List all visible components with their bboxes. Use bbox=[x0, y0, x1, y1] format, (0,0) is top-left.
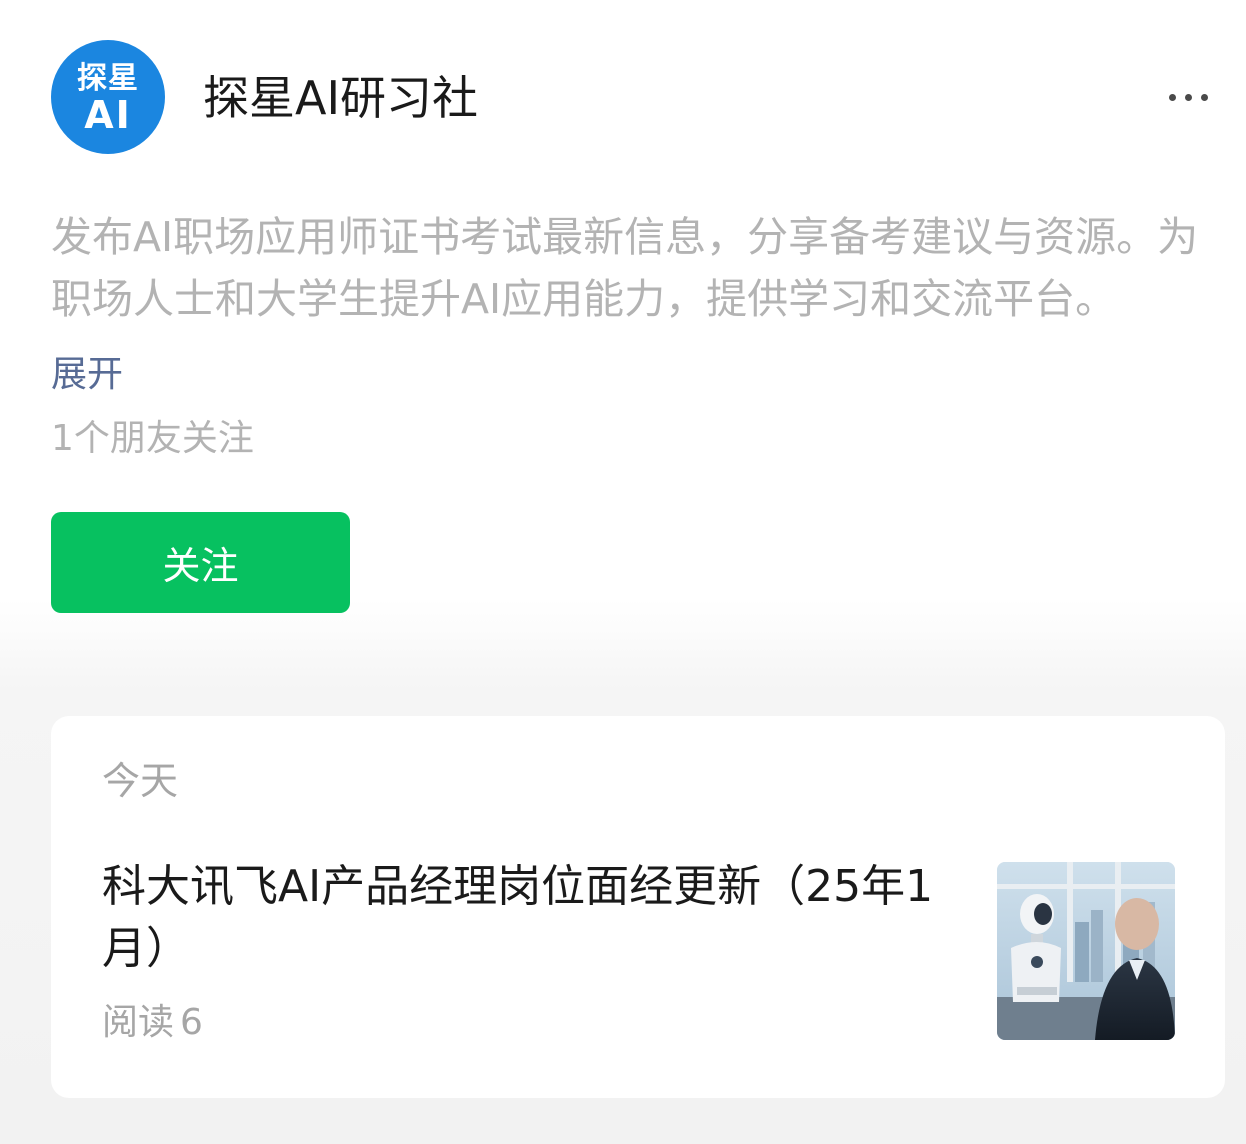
avatar-text-bottom: AI bbox=[84, 93, 132, 137]
article-date-label: 今天 bbox=[102, 759, 179, 803]
avatar-text-top: 探星 bbox=[77, 61, 139, 96]
follow-button[interactable]: 关注 bbox=[51, 512, 350, 613]
article-title[interactable]: 科大讯飞AI产品经理岗位面经更新（25年1月） bbox=[102, 856, 942, 980]
more-dot-icon bbox=[1200, 93, 1208, 101]
account-description: 发布AI职场应用师证书考试最新信息，分享备考建议与资源。为职场人士和大学生提升A… bbox=[51, 213, 1199, 323]
read-count-value: 6 bbox=[180, 1002, 203, 1043]
friends-following-count: 1个朋友关注 bbox=[51, 418, 254, 459]
account-name: 探星AI研习社 bbox=[203, 71, 479, 125]
more-options-button[interactable] bbox=[1158, 82, 1218, 112]
article-read-count: 阅读 6 bbox=[102, 998, 203, 1048]
expand-description-link[interactable]: 展开 bbox=[51, 350, 123, 400]
account-avatar[interactable]: 探星 AI bbox=[51, 40, 165, 154]
article-list-card: 今天 科大讯飞AI产品经理岗位面经更新（25年1月） 阅读 6 bbox=[51, 716, 1225, 1098]
article-thumbnail[interactable] bbox=[997, 862, 1175, 1040]
more-dot-icon bbox=[1168, 93, 1176, 101]
more-dot-icon bbox=[1184, 93, 1192, 101]
robot-interview-image bbox=[997, 862, 1175, 1040]
read-label: 阅读 bbox=[102, 1002, 175, 1043]
